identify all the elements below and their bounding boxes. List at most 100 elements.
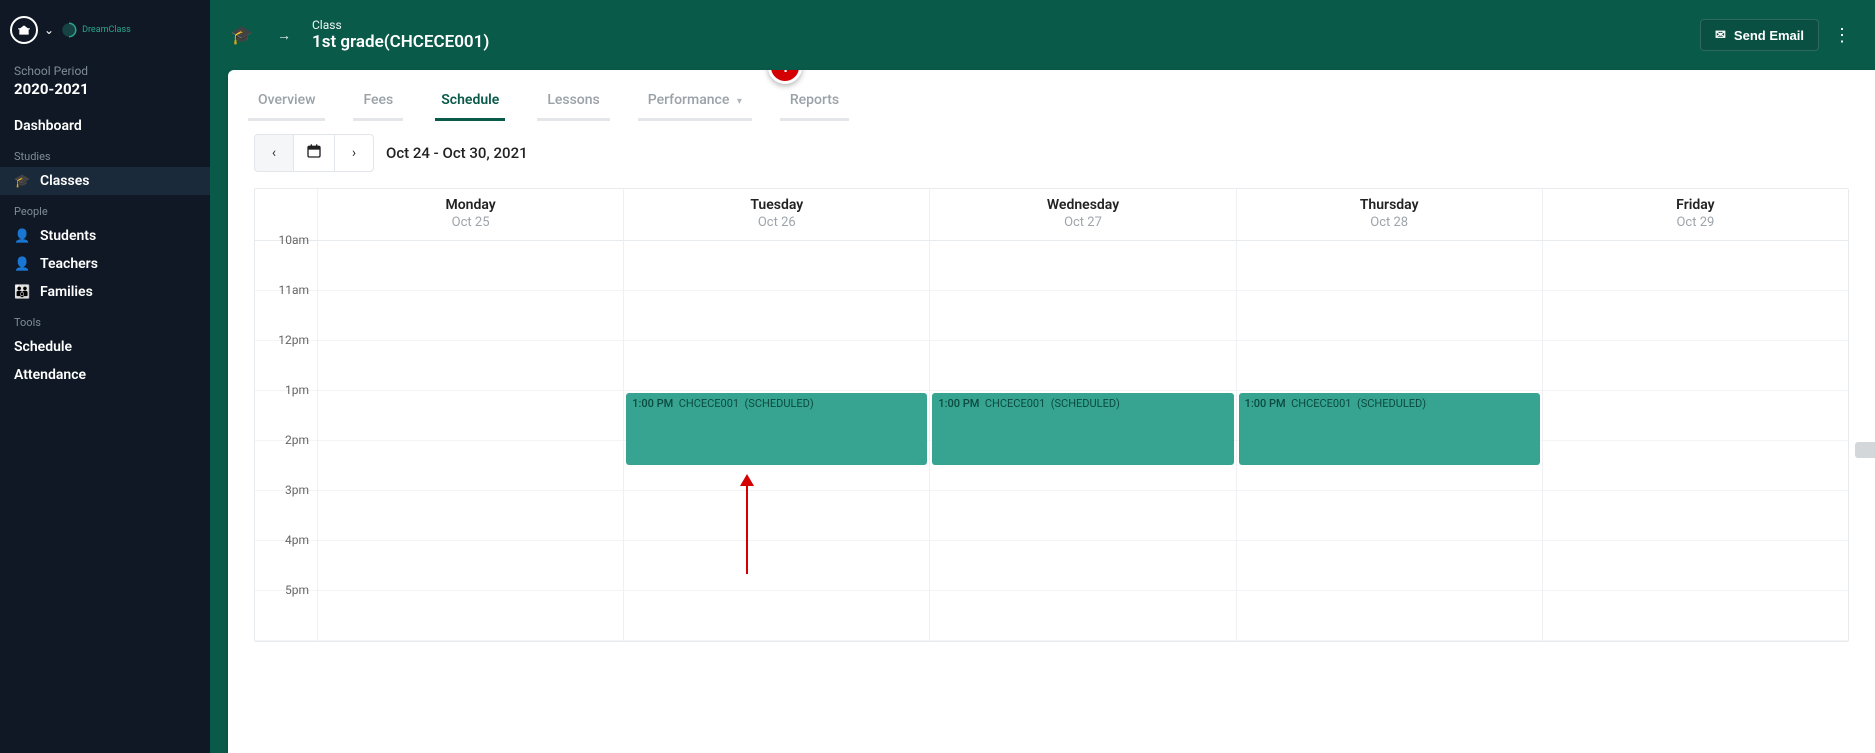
event-status: (SCHEDULED) bbox=[1051, 397, 1120, 410]
calendar-day-header: Tuesday Oct 26 bbox=[623, 189, 929, 241]
time-label: 2pm bbox=[255, 433, 317, 447]
chevron-right-icon: › bbox=[352, 145, 356, 161]
event-code: CHCECE001 bbox=[985, 397, 1045, 410]
graduation-cap-icon: 🎓 bbox=[228, 21, 256, 49]
chevron-down-icon[interactable]: ⌄ bbox=[44, 23, 54, 37]
content-card: 1 Overview Fees Schedule Lessons Perform… bbox=[228, 70, 1875, 753]
calendar-nav-group: ‹ › bbox=[254, 134, 374, 172]
time-label: 11am bbox=[255, 283, 317, 297]
calendar-event[interactable]: 1:00 PM CHCECE001 (SCHEDULED) bbox=[932, 393, 1233, 465]
sidebar-item-families[interactable]: 👪 Families bbox=[0, 278, 210, 306]
time-label: 3pm bbox=[255, 483, 317, 497]
sidebar-item-label: Dashboard bbox=[14, 118, 82, 134]
tab-performance-label: Performance bbox=[648, 92, 730, 108]
org-switcher[interactable] bbox=[10, 16, 38, 44]
person-icon: 👤 bbox=[14, 257, 30, 272]
sidebar-item-teachers[interactable]: 👤 Teachers bbox=[0, 250, 210, 278]
time-label: 12pm bbox=[255, 333, 317, 347]
sidebar: ⌄ DreamClass School Period 2020-2021 Das… bbox=[0, 0, 210, 753]
prev-week-button[interactable]: ‹ bbox=[254, 134, 294, 172]
sidebar-item-label: Teachers bbox=[40, 256, 98, 272]
calendar-day-column[interactable]: 1:00 PM CHCECE001 (SCHEDULED) bbox=[623, 241, 929, 641]
tab-overview[interactable]: Overview bbox=[254, 84, 319, 120]
brand-logo: DreamClass bbox=[60, 21, 131, 39]
sidebar-item-classes[interactable]: 🎓 Classes bbox=[0, 167, 210, 195]
tab-lessons[interactable]: Lessons bbox=[543, 84, 603, 120]
school-period-value[interactable]: 2020-2021 bbox=[0, 80, 210, 112]
calendar-day-header: Monday Oct 25 bbox=[317, 189, 623, 241]
event-code: CHCECE001 bbox=[679, 397, 739, 410]
arrow-right-icon: → bbox=[270, 21, 298, 49]
person-icon: 👤 bbox=[14, 229, 30, 244]
tab-schedule[interactable]: Schedule bbox=[437, 84, 503, 120]
mail-icon: ✉ bbox=[1715, 27, 1726, 43]
calendar-day-header: Friday Oct 29 bbox=[1542, 189, 1848, 241]
today-button[interactable] bbox=[294, 134, 334, 172]
sidebar-item-schedule[interactable]: Schedule bbox=[0, 333, 210, 361]
event-code: CHCECE001 bbox=[1291, 397, 1351, 410]
main: 🎓 → Class 1st grade(CHCECE001) ✉ Send Em… bbox=[210, 0, 1875, 753]
more-menu-button[interactable]: ⋮ bbox=[1827, 20, 1857, 50]
breadcrumb-parent: Class bbox=[312, 18, 489, 32]
day-of-week: Tuesday bbox=[628, 197, 925, 213]
next-week-button[interactable]: › bbox=[334, 134, 374, 172]
school-period-label: School Period bbox=[0, 58, 210, 80]
sidebar-item-label: Students bbox=[40, 228, 96, 244]
people-icon: 👪 bbox=[14, 285, 30, 300]
sidebar-item-dashboard[interactable]: Dashboard bbox=[0, 112, 210, 140]
day-date: Oct 28 bbox=[1241, 215, 1538, 230]
calendar-wrap: Monday Oct 25 Tuesday Oct 26 Wednesday Oct 27… bbox=[228, 182, 1875, 753]
calendar-day-column[interactable] bbox=[317, 241, 623, 641]
calendar-day-header: Thursday Oct 28 bbox=[1236, 189, 1542, 241]
breadcrumb: 🎓 → Class 1st grade(CHCECE001) bbox=[228, 18, 489, 52]
time-label: 5pm bbox=[255, 583, 317, 597]
send-email-label: Send Email bbox=[1734, 28, 1804, 43]
tab-reports[interactable]: Reports bbox=[786, 84, 843, 120]
sidebar-item-label: Schedule bbox=[14, 339, 72, 355]
sidebar-header: ⌄ DreamClass bbox=[0, 12, 210, 58]
event-time: 1:00 PM bbox=[938, 397, 979, 410]
topbar: 🎓 → Class 1st grade(CHCECE001) ✉ Send Em… bbox=[210, 0, 1875, 70]
sidebar-item-label: Classes bbox=[40, 173, 89, 189]
calendar-day-column[interactable]: 1:00 PM CHCECE001 (SCHEDULED) bbox=[929, 241, 1235, 641]
tab-fees[interactable]: Fees bbox=[359, 84, 397, 120]
calendar-day-header: Wednesday Oct 27 bbox=[929, 189, 1235, 241]
event-time: 1:00 PM bbox=[1245, 397, 1286, 410]
sidebar-section-studies: Studies bbox=[0, 140, 210, 167]
day-of-week: Friday bbox=[1547, 197, 1844, 213]
calendar-date-range: Oct 24 - Oct 30, 2021 bbox=[386, 144, 528, 162]
sidebar-item-label: Families bbox=[40, 284, 93, 300]
graduation-cap-icon: 🎓 bbox=[14, 174, 30, 189]
calendar-day-column[interactable]: 1:00 PM CHCECE001 (SCHEDULED) bbox=[1236, 241, 1542, 641]
calendar-day-column[interactable] bbox=[1542, 241, 1848, 641]
calendar-toolbar: ‹ › Oct 24 - Oct 30, 2021 bbox=[228, 120, 1875, 182]
calendar-grid: Monday Oct 25 Tuesday Oct 26 Wednesday Oct 27… bbox=[254, 188, 1849, 642]
collapse-chip[interactable] bbox=[1855, 442, 1875, 458]
calendar-event[interactable]: 1:00 PM CHCECE001 (SCHEDULED) bbox=[626, 393, 927, 465]
chevron-left-icon: ‹ bbox=[272, 145, 276, 161]
time-label: 4pm bbox=[255, 533, 317, 547]
time-label: 10am bbox=[255, 233, 317, 247]
event-time: 1:00 PM bbox=[632, 397, 673, 410]
sidebar-section-people: People bbox=[0, 195, 210, 222]
sidebar-item-label: Attendance bbox=[14, 367, 86, 383]
day-of-week: Thursday bbox=[1241, 197, 1538, 213]
time-label: 1pm bbox=[255, 383, 317, 397]
day-of-week: Wednesday bbox=[934, 197, 1231, 213]
day-of-week: Monday bbox=[322, 197, 619, 213]
day-date: Oct 29 bbox=[1547, 215, 1844, 230]
day-date: Oct 25 bbox=[322, 215, 619, 230]
annotation-badge-1: 1 bbox=[768, 70, 802, 84]
calendar-event[interactable]: 1:00 PM CHCECE001 (SCHEDULED) bbox=[1239, 393, 1540, 465]
sidebar-section-tools: Tools bbox=[0, 306, 210, 333]
event-status: (SCHEDULED) bbox=[745, 397, 814, 410]
sidebar-item-students[interactable]: 👤 Students bbox=[0, 222, 210, 250]
tab-performance[interactable]: Performance ▾ bbox=[644, 84, 746, 120]
caret-down-icon: ▾ bbox=[737, 96, 742, 107]
event-status: (SCHEDULED) bbox=[1357, 397, 1426, 410]
send-email-button[interactable]: ✉ Send Email bbox=[1700, 19, 1819, 51]
day-date: Oct 26 bbox=[628, 215, 925, 230]
sidebar-item-attendance[interactable]: Attendance bbox=[0, 361, 210, 389]
calendar-icon bbox=[306, 143, 322, 163]
day-date: Oct 27 bbox=[934, 215, 1231, 230]
